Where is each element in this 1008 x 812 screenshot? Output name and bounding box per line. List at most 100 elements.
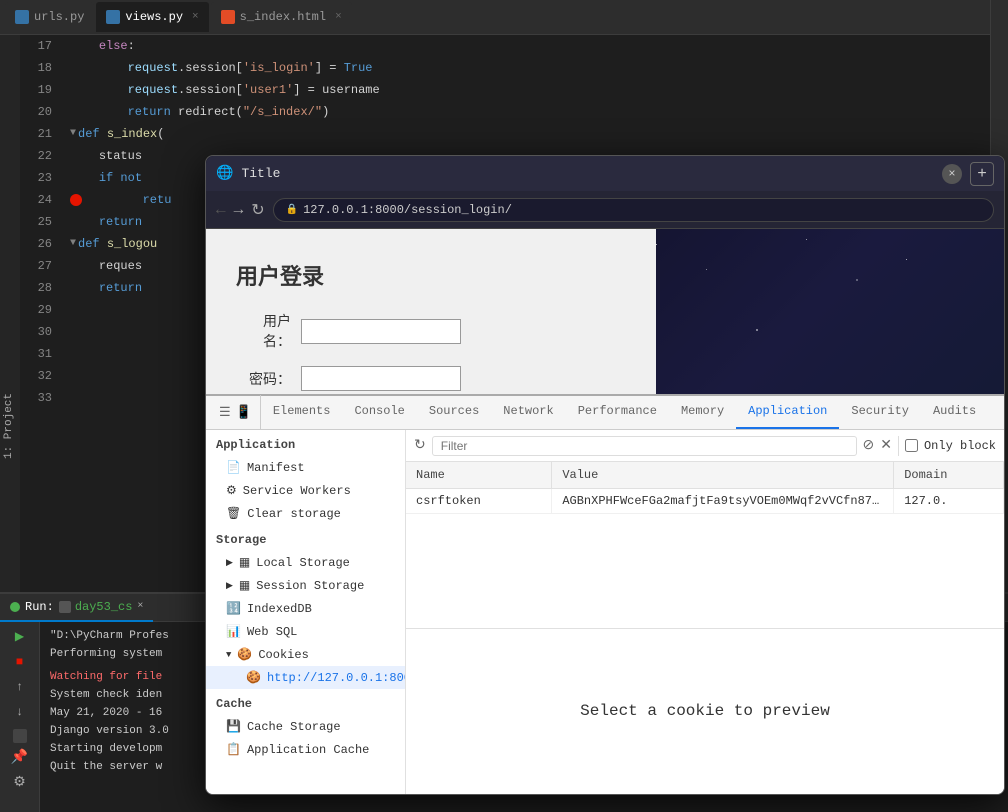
refresh-button[interactable]: ↻ bbox=[251, 200, 264, 220]
storage-section-header: Storage bbox=[206, 525, 405, 551]
tab-application[interactable]: Application bbox=[736, 395, 839, 429]
run-icon bbox=[10, 602, 20, 612]
run-close-icon[interactable]: × bbox=[137, 596, 143, 618]
sidebar-item-session-storage[interactable]: ▶ ▦ Session Storage bbox=[206, 574, 405, 597]
sidebar-item-cache-storage[interactable]: 💾 Cache Storage bbox=[206, 715, 405, 738]
service-workers-icon: ⚙ bbox=[226, 483, 237, 498]
browser-close-button[interactable]: × bbox=[942, 164, 962, 184]
sidebar-item-cookie-url[interactable]: 🍪 http://127.0.0.1:8000 bbox=[206, 666, 405, 689]
username-input[interactable] bbox=[301, 319, 461, 344]
devtools-tabs: ☰ 📱 Elements Console Sources Network Per… bbox=[206, 396, 1004, 430]
tab-security[interactable]: Security bbox=[839, 395, 921, 429]
back-button[interactable]: ← bbox=[216, 201, 226, 219]
tab-close-icon[interactable]: × bbox=[192, 6, 199, 28]
address-bar[interactable]: 🔒 127.0.0.1:8000/session_login/ bbox=[273, 198, 994, 222]
refresh-cookies-button[interactable]: ↻ bbox=[414, 437, 426, 454]
close-run-button[interactable] bbox=[13, 729, 27, 743]
block-icon[interactable]: ⊘ bbox=[863, 437, 875, 454]
filter-input[interactable] bbox=[432, 436, 857, 456]
tab-urls-label: urls.py bbox=[34, 6, 84, 28]
browser-nav: ← → ↻ 🔒 127.0.0.1:8000/session_login/ bbox=[206, 191, 1004, 229]
py-icon-views bbox=[106, 10, 120, 24]
app-main: ↻ ⊘ ✕ Only block bbox=[406, 430, 1004, 794]
cell-value: AGBnXPHFWceFGa2mafjtFa9tsyVOEm0MWqf2vVCf… bbox=[552, 489, 894, 514]
browser-main: 用户登录 用户名： 密码： 提交 ☰ bbox=[206, 229, 1004, 794]
url-text: 127.0.0.1:8000/session_login/ bbox=[303, 203, 512, 217]
cell-name: csrftoken bbox=[406, 489, 552, 514]
sidebar-item-manifest[interactable]: 📄 Manifest bbox=[206, 456, 405, 479]
scroll-up-button[interactable]: ↑ bbox=[10, 677, 30, 697]
only-block-checkbox[interactable] bbox=[905, 439, 918, 452]
browser-title: Title bbox=[241, 166, 934, 181]
settings-button[interactable]: ⚙ bbox=[10, 773, 30, 793]
grid-icon: ▦ bbox=[239, 555, 250, 570]
mobile-icon[interactable]: 📱 bbox=[236, 405, 252, 420]
username-row: 用户名： bbox=[236, 311, 626, 351]
scroll-down-button[interactable]: ↓ bbox=[10, 702, 30, 722]
table-header: Name Value Domain bbox=[406, 462, 1004, 489]
cookies-data-table: Name Value Domain csrftoken AGBnXPHFWceF… bbox=[406, 462, 1004, 514]
sidebar-item-cookies-header[interactable]: ▼ 🍪 Cookies bbox=[206, 643, 405, 666]
password-input[interactable] bbox=[301, 366, 461, 391]
table-row[interactable]: csrftoken AGBnXPHFWceFGa2mafjtFa9tsyVOEm… bbox=[406, 489, 1004, 514]
new-tab-button[interactable]: + bbox=[970, 162, 994, 186]
restart-button[interactable]: ▶ bbox=[10, 627, 30, 647]
table-body: csrftoken AGBnXPHFWceFGa2mafjtFa9tsyVOEm… bbox=[406, 489, 1004, 514]
browser-titlebar: 🌐 Title × + bbox=[206, 156, 1004, 191]
tab-performance[interactable]: Performance bbox=[566, 395, 669, 429]
only-block-label: Only block bbox=[924, 439, 996, 453]
sidebar-item-application-cache[interactable]: 📋 Application Cache bbox=[206, 738, 405, 761]
tab-audits[interactable]: Audits bbox=[921, 395, 988, 429]
password-row: 密码： bbox=[236, 366, 626, 391]
manifest-icon: 📄 bbox=[226, 460, 241, 475]
preview-text: Select a cookie to preview bbox=[580, 702, 830, 720]
cookies-table: Name Value Domain csrftoken AGBnXPHFWceF… bbox=[406, 462, 1004, 628]
tab-memory[interactable]: Memory bbox=[669, 395, 736, 429]
sidebar-item-local-storage[interactable]: ▶ ▦ Local Storage bbox=[206, 551, 405, 574]
tab-close-html-icon[interactable]: × bbox=[335, 6, 342, 28]
forward-button[interactable]: → bbox=[234, 201, 244, 219]
sidebar-item-service-workers[interactable]: ⚙ Service Workers bbox=[206, 479, 405, 502]
stop-button[interactable]: ■ bbox=[10, 652, 30, 672]
project-icon bbox=[59, 601, 71, 613]
lock-icon: 🔒 bbox=[286, 204, 298, 216]
cell-domain: 127.0. bbox=[894, 489, 1004, 514]
tab-network[interactable]: Network bbox=[491, 395, 565, 429]
col-name: Name bbox=[406, 462, 552, 489]
pin-button[interactable]: 📌 bbox=[10, 748, 30, 768]
devtools-icons: ☰ 📱 bbox=[211, 395, 261, 429]
websql-icon: 📊 bbox=[226, 624, 241, 639]
tab-views-py[interactable]: views.py × bbox=[96, 2, 208, 32]
tab-views-label: views.py bbox=[125, 6, 183, 28]
login-title: 用户登录 bbox=[236, 259, 626, 291]
devtools-panel: ☰ 📱 Elements Console Sources Network Per… bbox=[206, 394, 1004, 794]
globe-icon: 🌐 bbox=[216, 165, 233, 182]
indexeddb-icon: 🔢 bbox=[226, 601, 241, 616]
separator bbox=[898, 436, 899, 456]
col-value: Value bbox=[552, 462, 894, 489]
sidebar-item-indexeddb[interactable]: 🔢 IndexedDB bbox=[206, 597, 405, 620]
tab-elements[interactable]: Elements bbox=[261, 395, 343, 429]
cursor-icon[interactable]: ☰ bbox=[219, 405, 231, 420]
expand-cookies-icon: ▼ bbox=[226, 650, 231, 660]
tab-console[interactable]: Console bbox=[342, 395, 416, 429]
browser-content: 用户登录 用户名： 密码： 提交 ☰ bbox=[206, 229, 1004, 794]
run-project-label: day53_cs bbox=[59, 596, 133, 618]
run-tab[interactable]: Run: day53_cs × bbox=[0, 594, 153, 622]
sidebar-item-clear-storage[interactable]: 🗑 Clear storage bbox=[206, 502, 405, 525]
run-sidebar: ▶ ■ ↑ ↓ 📌 ⚙ bbox=[0, 622, 40, 812]
tab-sindex-html[interactable]: s_index.html × bbox=[211, 2, 352, 32]
tab-sources[interactable]: Sources bbox=[417, 395, 491, 429]
app-sidebar: Application 📄 Manifest ⚙ Service Workers… bbox=[206, 430, 406, 794]
cookie-url-icon: 🍪 bbox=[246, 670, 261, 685]
sidebar-item-websql[interactable]: 📊 Web SQL bbox=[206, 620, 405, 643]
expand-session-icon: ▶ bbox=[226, 581, 233, 591]
clear-icon[interactable]: ✕ bbox=[880, 437, 892, 454]
html-icon bbox=[221, 10, 235, 24]
app-toolbar: ↻ ⊘ ✕ Only block bbox=[406, 430, 1004, 462]
tab-urls-py[interactable]: urls.py bbox=[5, 2, 94, 32]
application-section-header: Application bbox=[206, 430, 405, 456]
clear-storage-icon: 🗑 bbox=[226, 506, 241, 521]
cookie-preview: Select a cookie to preview bbox=[406, 628, 1004, 795]
cache-section-header: Cache bbox=[206, 689, 405, 715]
